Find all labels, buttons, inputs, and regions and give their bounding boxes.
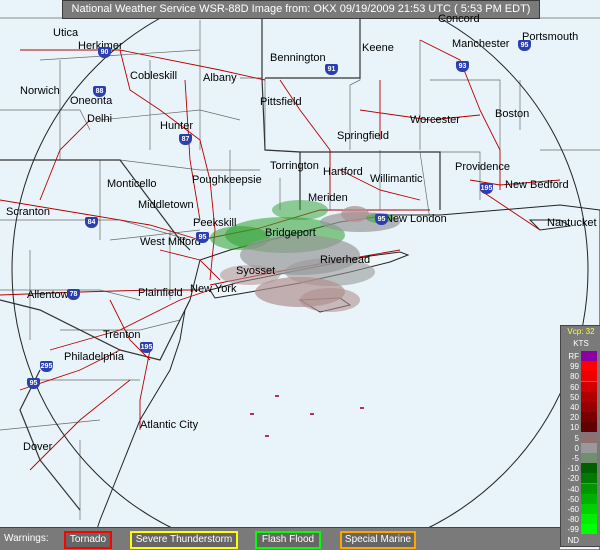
legend-color-swatch — [581, 361, 597, 372]
city-label: Manchester — [452, 38, 510, 50]
city-label: Worcester — [410, 114, 460, 126]
city-label: Nantucket — [547, 217, 597, 229]
radar-map — [0, 0, 600, 550]
legend-color-swatch — [581, 422, 597, 433]
warning-tornado-button[interactable]: Tornado — [64, 531, 112, 549]
city-label: Scranton — [6, 206, 51, 218]
city-label: Oneonta — [70, 95, 113, 107]
legend-color-swatch — [581, 432, 597, 443]
city-label: Middletown — [138, 199, 194, 211]
city-label: Plainfield — [138, 287, 183, 299]
highway-shield-icon: 84 — [85, 217, 98, 228]
city-label: Hartford — [323, 166, 363, 178]
legend-row: ND — [561, 534, 600, 547]
city-label: New York — [190, 283, 237, 295]
city-label: Norwich — [20, 85, 60, 97]
warning-special-marine-button[interactable]: Special Marine — [340, 531, 416, 549]
warnings-bar: Warnings: Tornado Severe Thunderstorm Fl… — [0, 527, 560, 550]
legend-color-swatch — [581, 351, 597, 361]
city-label: Poughkeepsie — [192, 174, 262, 186]
highway-shield-icon: 87 — [179, 134, 192, 145]
legend-color-swatch — [581, 442, 597, 453]
highway-shield-icon: 91 — [325, 64, 338, 75]
city-label: New London — [385, 213, 447, 225]
highway-shield-icon: 95 — [196, 232, 209, 243]
warning-severe-thunderstorm-button[interactable]: Severe Thunderstorm — [130, 531, 238, 549]
city-label: Monticello — [107, 178, 157, 190]
highway-shield-icon: 88 — [93, 86, 106, 97]
city-label: Bridgeport — [265, 227, 316, 239]
legend-units: KTS — [573, 339, 589, 348]
city-label: Cobleskill — [130, 70, 178, 82]
city-label: Utica — [53, 27, 79, 39]
city-label: Boston — [495, 108, 530, 120]
highway-shield-icon: 95 — [375, 214, 388, 225]
highway-shield-icon: 95 — [518, 40, 531, 51]
city-label: Albany — [203, 72, 237, 84]
warning-flash-flood-button[interactable]: Flash Flood — [255, 531, 321, 549]
legend-color-swatch — [581, 483, 597, 494]
city-label: West Milford — [140, 236, 201, 248]
highway-shield-icon: 78 — [67, 289, 80, 300]
city-label: Syosset — [236, 265, 276, 277]
city-label: Riverhead — [320, 254, 371, 266]
legend-color-swatch — [581, 473, 597, 484]
highway-shield-icon: 90 — [98, 47, 111, 58]
city-label: Pittsfield — [260, 96, 302, 108]
warnings-label: Warnings: — [4, 533, 49, 544]
city-label: Keene — [362, 42, 394, 54]
legend-color-swatch — [581, 453, 597, 463]
legend-color-swatch — [581, 514, 597, 525]
legend-vcp-mode: Vcp: 32 — [567, 327, 595, 336]
legend-color-swatch — [581, 391, 597, 402]
legend-color-swatch — [581, 524, 597, 535]
highway-shield-icon: 295 — [40, 361, 53, 372]
legend-color-swatch — [581, 412, 597, 423]
city-label: Trenton — [103, 329, 141, 341]
city-label: Peekskill — [193, 217, 237, 229]
city-label: Bennington — [270, 52, 326, 64]
city-label: New Bedford — [505, 179, 569, 191]
city-label: Philadelphia — [64, 351, 124, 363]
legend-color-swatch — [581, 493, 597, 504]
highway-shield-icon: 93 — [456, 61, 469, 72]
velocity-legend: Vcp: 32 KTS RF 99 80 60 50 40 20 10 5 0 -5 -10 -20 -4… — [560, 325, 600, 547]
highway-shield-icon: 195 — [480, 183, 493, 194]
highway-shield-icon: 195 — [140, 342, 153, 353]
city-label: Providence — [455, 161, 511, 173]
city-label: Springfield — [337, 130, 389, 142]
city-label: Torrington — [270, 160, 319, 172]
highway-shield-icon: 95 — [27, 378, 40, 389]
legend-color-swatch — [581, 402, 597, 412]
legend-color-swatch — [581, 371, 597, 382]
legend-color-swatch — [581, 534, 597, 545]
city-label: Delhi — [87, 113, 113, 125]
city-label: Hunter — [160, 120, 194, 132]
legend-color-swatch — [581, 381, 597, 392]
city-label: Dover — [23, 441, 53, 453]
legend-color-swatch — [581, 463, 597, 474]
city-label: Willimantic — [370, 173, 423, 185]
city-label: Atlantic City — [140, 419, 199, 431]
city-label: Concord — [438, 13, 480, 25]
legend-value-label: ND — [567, 535, 579, 545]
legend-color-swatch — [581, 504, 597, 514]
city-label: Meriden — [308, 192, 348, 204]
